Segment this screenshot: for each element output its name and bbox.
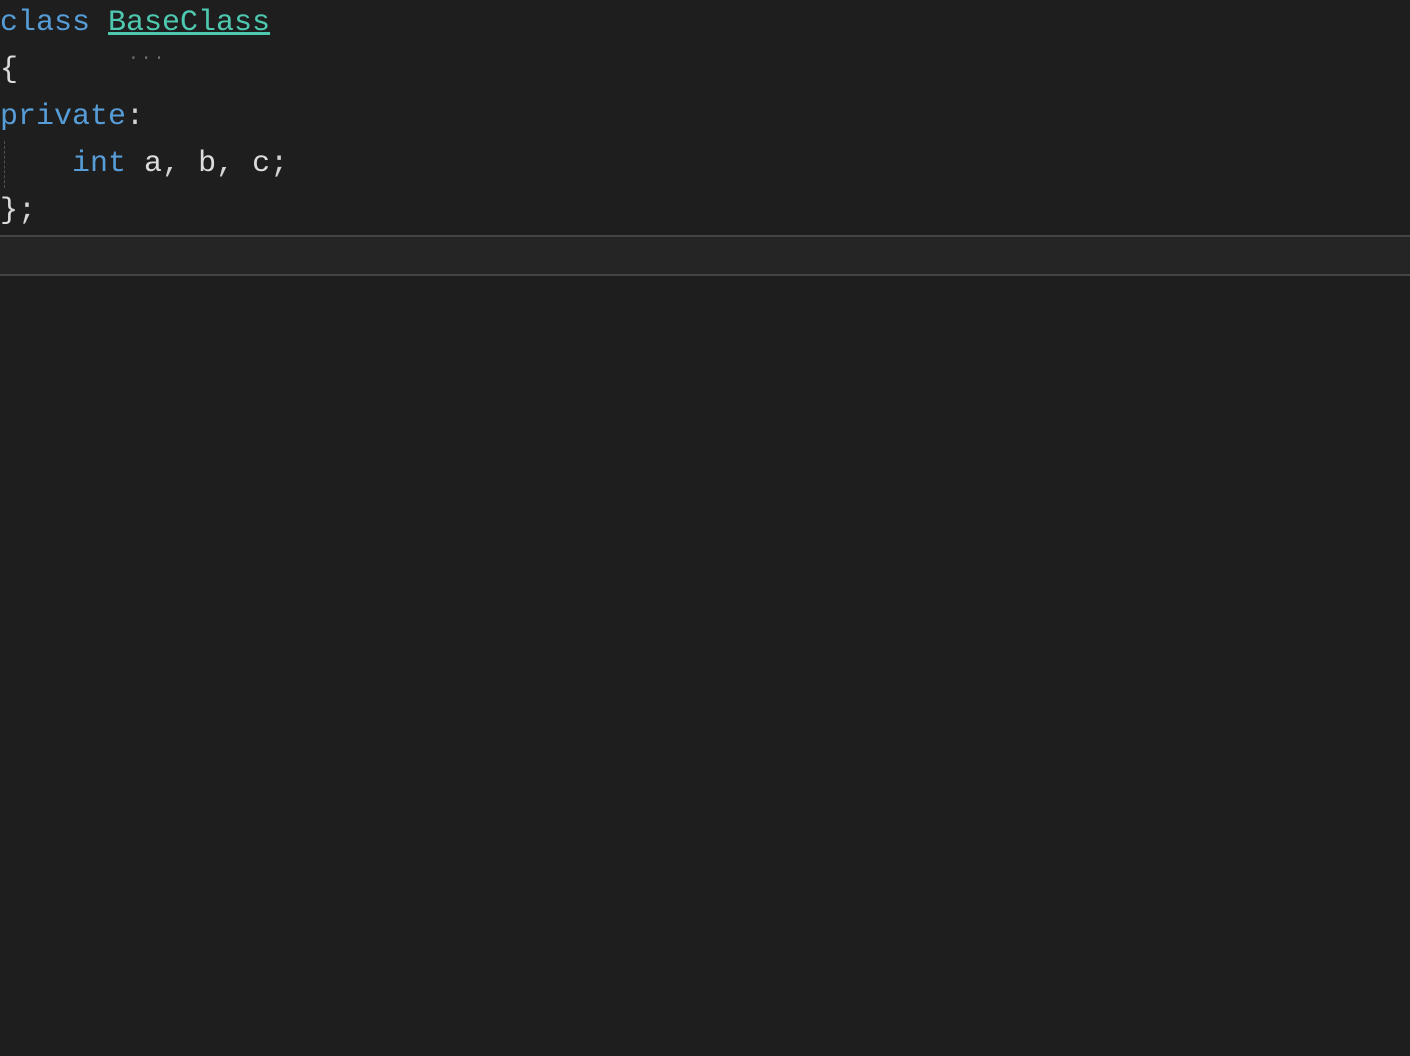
space	[126, 147, 144, 181]
code-editor[interactable]: class BaseClass ··· { private: int a, b,…	[0, 0, 1410, 235]
code-line-4[interactable]: int a, b, c;	[0, 141, 1410, 188]
semicolon: ;	[18, 194, 36, 228]
keyword-class: class	[0, 6, 90, 40]
variable-c: c	[252, 147, 270, 181]
variable-b: b	[198, 147, 216, 181]
indent-guide	[0, 141, 18, 188]
comma: ,	[216, 147, 234, 181]
panel-area[interactable]	[0, 237, 1410, 274]
colon: :	[126, 100, 144, 134]
keyword-private: private	[0, 100, 126, 134]
code-line-3[interactable]: private:	[0, 94, 1410, 141]
space	[180, 147, 198, 181]
indent-space	[18, 147, 72, 181]
bottom-editor-area[interactable]	[0, 276, 1410, 1056]
code-line-2[interactable]: {	[0, 47, 1410, 94]
open-brace: {	[0, 53, 18, 87]
code-line-1[interactable]: class BaseClass	[0, 0, 1410, 47]
semicolon: ;	[270, 147, 288, 181]
close-brace: }	[0, 194, 18, 228]
comma: ,	[162, 147, 180, 181]
variable-a: a	[144, 147, 162, 181]
class-name-identifier: BaseClass	[108, 6, 270, 40]
code-hint-icon: ···	[128, 36, 166, 83]
space	[234, 147, 252, 181]
space	[90, 6, 108, 40]
type-int: int	[72, 147, 126, 181]
code-line-5[interactable]: };	[0, 188, 1410, 235]
